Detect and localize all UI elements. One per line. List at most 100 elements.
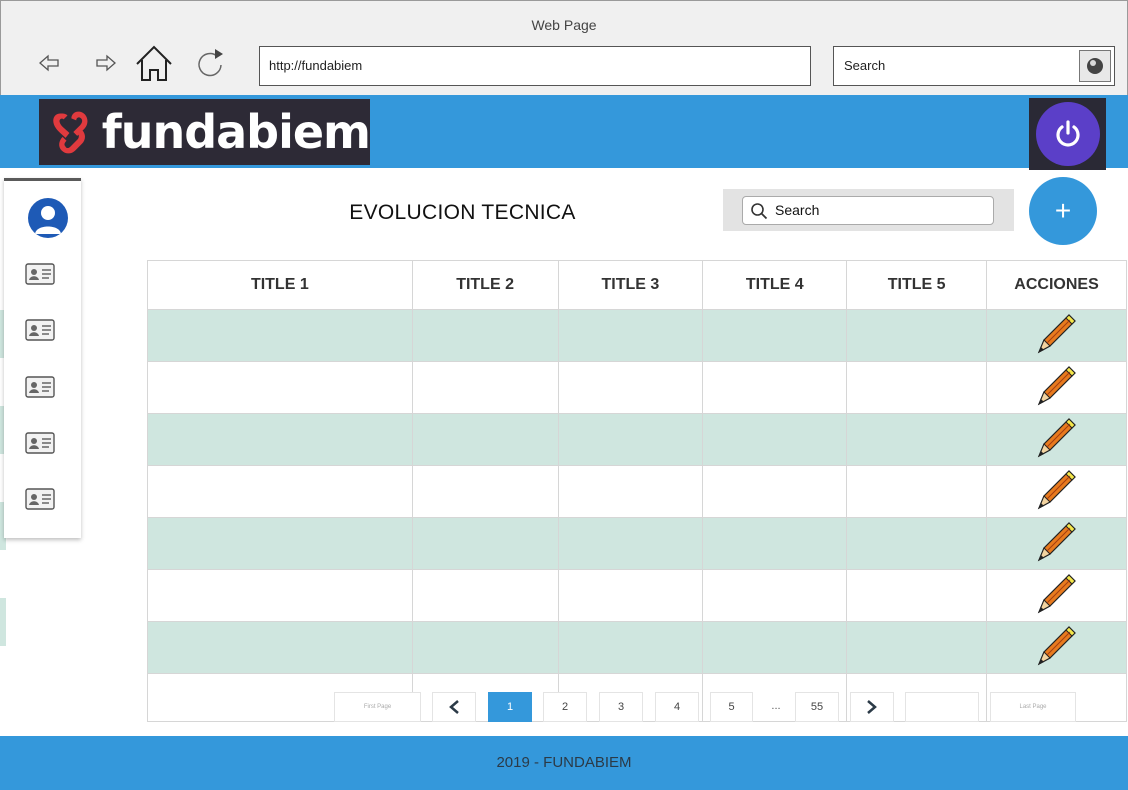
search-placeholder: Search — [775, 202, 820, 218]
table-cell — [986, 361, 1127, 414]
table-row — [147, 309, 1127, 362]
last-page-button[interactable]: Last Page — [990, 692, 1076, 722]
id-card-icon — [25, 432, 55, 454]
page-55-button[interactable]: 55 — [795, 692, 839, 722]
table-cell — [702, 465, 848, 518]
table-cell — [986, 413, 1127, 466]
table-row — [147, 413, 1127, 466]
table-cell — [411, 309, 559, 362]
page-title: EVOLUCION TECNICA — [349, 201, 576, 224]
table-row — [147, 517, 1127, 570]
table-cell — [846, 465, 988, 518]
edit-pencil-icon[interactable] — [1035, 518, 1079, 569]
sidebar-item-5[interactable] — [25, 488, 55, 510]
search-orb-icon — [1087, 58, 1103, 74]
table-cell — [147, 413, 413, 466]
sidebar-item-2[interactable] — [25, 319, 55, 341]
next-page-button[interactable] — [850, 692, 894, 722]
browser-search-field[interactable]: Search — [833, 46, 1115, 86]
sidebar — [4, 178, 81, 538]
logo-hearts-icon — [53, 111, 88, 154]
column-header: TITLE 1 — [147, 260, 413, 310]
table-cell — [846, 413, 988, 466]
table-cell — [846, 569, 988, 622]
chevron-left-icon — [449, 700, 459, 714]
page-2-button[interactable]: 2 — [543, 692, 587, 722]
sidebar-item-1[interactable] — [25, 263, 55, 285]
table-cell — [702, 309, 848, 362]
user-avatar[interactable] — [28, 198, 68, 238]
page-jump-field[interactable] — [905, 692, 979, 722]
id-card-icon — [25, 488, 55, 510]
search-input[interactable]: Search — [742, 196, 994, 225]
column-header: ACCIONES — [986, 260, 1127, 310]
table-cell — [411, 621, 559, 674]
table-cell — [702, 413, 848, 466]
table-cell — [411, 517, 559, 570]
edit-pencil-icon[interactable] — [1035, 310, 1079, 361]
edit-pencil-icon[interactable] — [1035, 362, 1079, 413]
edit-pencil-icon[interactable] — [1035, 622, 1079, 673]
page-5-button[interactable]: 5 — [710, 692, 753, 722]
address-bar[interactable]: http://fundabiem — [259, 46, 811, 86]
records-table: TITLE 1 TITLE 2 TITLE 3 TITLE 4 TITLE 5 … — [147, 260, 1127, 722]
browser-search-placeholder: Search — [844, 58, 886, 73]
page-3-button[interactable]: 3 — [599, 692, 643, 722]
logout-button[interactable] — [1035, 102, 1100, 166]
table-cell — [147, 621, 413, 674]
sidebar-item-4[interactable] — [25, 432, 55, 454]
edit-pencil-icon[interactable] — [1035, 414, 1079, 465]
column-header: TITLE 3 — [557, 260, 704, 310]
prev-page-button[interactable] — [432, 692, 476, 722]
back-arrow-icon — [39, 54, 59, 72]
app-header: fundabiem — [0, 95, 1128, 170]
first-page-button[interactable]: First Page — [334, 692, 421, 722]
table-cell — [147, 309, 413, 362]
table-cell — [411, 465, 559, 518]
logo-text: fundabiem — [101, 105, 371, 159]
power-container — [1029, 98, 1106, 170]
table-cell — [147, 569, 413, 622]
sidebar-item-3[interactable] — [25, 376, 55, 398]
table-row — [147, 361, 1127, 414]
table-cell — [557, 517, 704, 570]
back-button[interactable] — [29, 43, 69, 83]
edit-pencil-icon[interactable] — [1035, 570, 1079, 621]
id-card-icon — [25, 376, 55, 398]
reload-button[interactable] — [191, 43, 231, 83]
table-cell — [846, 517, 988, 570]
table-cell — [702, 621, 848, 674]
chevron-right-icon — [867, 700, 877, 714]
page-4-button[interactable]: 4 — [655, 692, 699, 722]
table-cell — [147, 361, 413, 414]
table-cell — [557, 465, 704, 518]
table-cell — [846, 309, 988, 362]
table-cell — [986, 517, 1127, 570]
browser-chrome: Web Page http://fundabiem Search — [0, 0, 1128, 95]
table-cell — [557, 569, 704, 622]
table-cell — [411, 361, 559, 414]
table-cell — [846, 361, 988, 414]
search-icon — [751, 203, 768, 220]
table-cell — [147, 465, 413, 518]
user-icon — [35, 206, 61, 234]
id-card-icon — [25, 263, 55, 285]
table-cell — [557, 361, 704, 414]
edit-pencil-icon[interactable] — [1035, 466, 1079, 517]
table-cell — [702, 361, 848, 414]
window-title: Web Page — [531, 17, 597, 33]
table-cell — [986, 465, 1127, 518]
table-cell — [557, 413, 704, 466]
table-cell — [986, 621, 1127, 674]
table-row — [147, 621, 1127, 674]
add-button[interactable]: + — [1029, 177, 1097, 245]
column-header: TITLE 2 — [411, 260, 559, 310]
table-row — [147, 465, 1127, 518]
column-header: TITLE 4 — [702, 260, 848, 310]
browser-search-button[interactable] — [1079, 50, 1111, 82]
id-card-icon — [25, 319, 55, 341]
forward-button[interactable] — [86, 43, 126, 83]
home-button[interactable] — [134, 43, 174, 83]
page-1-button[interactable]: 1 — [488, 692, 532, 722]
table-cell — [702, 517, 848, 570]
